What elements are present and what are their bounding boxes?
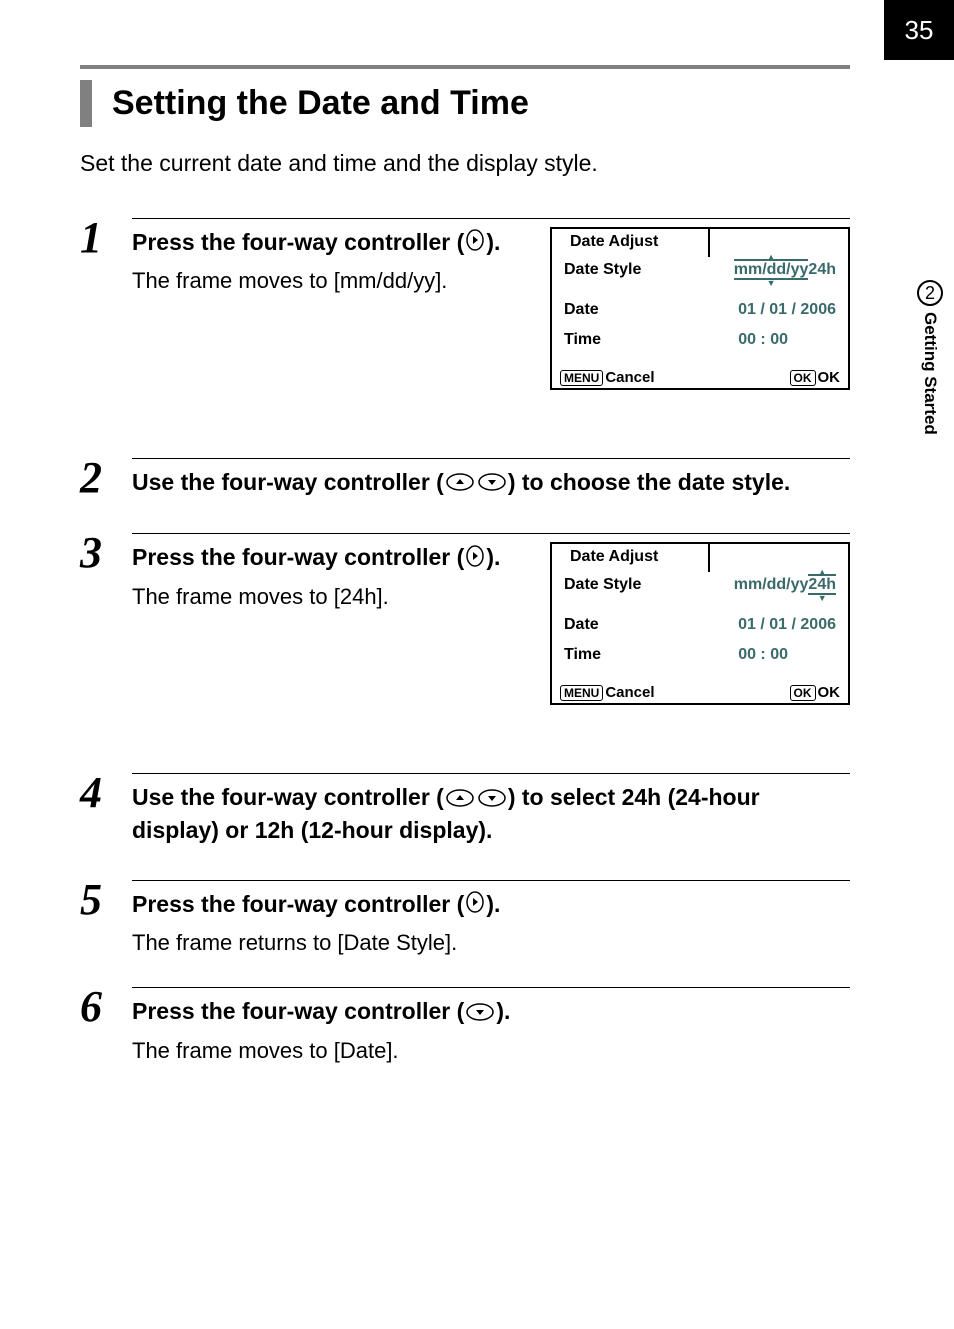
intro-text: Set the current date and time and the di… xyxy=(80,150,598,177)
lcd-ok: OK xyxy=(818,369,841,386)
step-number: 5 xyxy=(80,880,112,959)
page-number: 35 xyxy=(884,0,954,60)
lcd-label-style: Date Style xyxy=(564,576,641,594)
ok-button-icon: OK xyxy=(790,370,816,386)
down-nav-icon xyxy=(478,784,506,815)
lcd-value-date: 01 / 01 / 2006 xyxy=(738,301,836,319)
right-nav-icon xyxy=(466,890,484,921)
lcd-value-time: 00 : 00 xyxy=(738,331,788,349)
step-heading: Use the four-way controller () to choose… xyxy=(132,467,850,499)
lcd-title: Date Adjust xyxy=(570,548,658,566)
down-nav-icon xyxy=(478,468,506,499)
down-nav-icon xyxy=(466,998,494,1029)
lcd-cancel: Cancel xyxy=(605,369,654,386)
lcd-label-time: Time xyxy=(564,331,601,349)
up-nav-icon xyxy=(446,784,474,815)
chapter-number: 2 xyxy=(917,280,943,306)
step-number: 6 xyxy=(80,987,112,1066)
ok-button-icon: OK xyxy=(790,685,816,701)
lcd-screenshot-1: Date Adjust Date Style ▲ mm/dd/yy ▼ 24h xyxy=(550,227,850,390)
step-desc: The frame moves to [mm/dd/yy]. xyxy=(132,265,536,297)
steps-list: 1 Press the four-way controller (). The … xyxy=(80,200,850,1067)
step-heading: Use the four-way controller () to select… xyxy=(132,782,850,845)
page-title: Setting the Date and Time xyxy=(112,80,529,127)
lcd-label-time: Time xyxy=(564,646,601,664)
step-heading: Press the four-way controller (). xyxy=(132,542,536,574)
lcd-value-date: 01 / 01 / 2006 xyxy=(738,616,836,634)
lcd-value-hours: 24h xyxy=(808,574,836,595)
step-number: 4 xyxy=(80,773,112,851)
lcd-label-style: Date Style xyxy=(564,261,641,279)
step-number: 2 xyxy=(80,458,112,505)
step-heading: Press the four-way controller (). xyxy=(132,996,850,1028)
menu-button-icon: MENU xyxy=(560,685,603,701)
title-accent-bar xyxy=(80,80,92,127)
step-desc: The frame moves to [24h]. xyxy=(132,581,536,613)
step-heading: Press the four-way controller (). xyxy=(132,889,850,921)
lcd-value-format: mm/dd/yy xyxy=(734,259,809,280)
header-rule xyxy=(80,65,850,69)
menu-button-icon: MENU xyxy=(560,370,603,386)
lcd-cancel: Cancel xyxy=(605,684,654,701)
side-tab: 2 Getting Started xyxy=(912,280,948,435)
lcd-label-date: Date xyxy=(564,301,599,319)
step-2: 2 Use the four-way controller () to choo… xyxy=(80,440,850,505)
up-nav-icon xyxy=(446,468,474,499)
step-number: 1 xyxy=(80,218,112,390)
lcd-label-date: Date xyxy=(564,616,599,634)
step-1: 1 Press the four-way controller (). The … xyxy=(80,200,850,390)
step-6: 6 Press the four-way controller (). The … xyxy=(80,969,850,1066)
step-heading: Press the four-way controller (). xyxy=(132,227,536,259)
step-4: 4 Use the four-way controller () to sele… xyxy=(80,755,850,851)
page-title-block: Setting the Date and Time xyxy=(80,80,850,127)
right-nav-icon xyxy=(466,228,484,259)
step-number: 3 xyxy=(80,533,112,705)
right-nav-icon xyxy=(466,544,484,575)
lcd-value-format: mm/dd/yy xyxy=(734,576,809,594)
step-3: 3 Press the four-way controller (). The … xyxy=(80,515,850,705)
lcd-value-hours: 24h xyxy=(808,261,836,279)
chapter-label: Getting Started xyxy=(920,312,940,435)
lcd-value-time: 00 : 00 xyxy=(738,646,788,664)
lcd-ok: OK xyxy=(818,684,841,701)
step-5: 5 Press the four-way controller (). The … xyxy=(80,862,850,959)
step-desc: The frame moves to [Date]. xyxy=(132,1035,850,1067)
lcd-screenshot-2: Date Adjust Date Style mm/dd/yy▲24h▼ Dat… xyxy=(550,542,850,705)
step-desc: The frame returns to [Date Style]. xyxy=(132,927,850,959)
lcd-title: Date Adjust xyxy=(570,233,658,251)
